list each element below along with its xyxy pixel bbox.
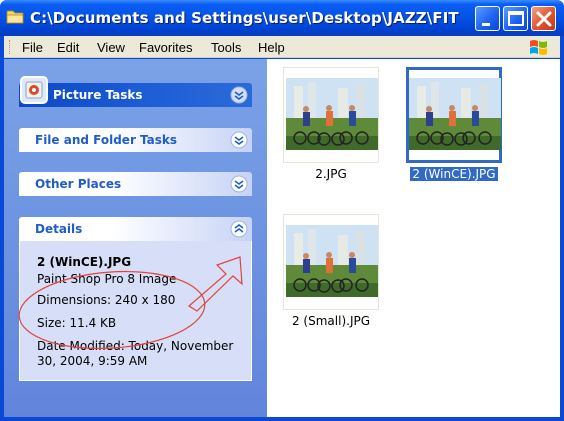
details-type: Paint Shop Pro 8 Image — [37, 272, 177, 286]
file-folder-tasks-header[interactable]: File and Folder Tasks — [19, 128, 252, 152]
chevron-down-icon[interactable] — [230, 131, 248, 149]
picture-tasks-header[interactable]: Picture Tasks — [19, 76, 252, 107]
close-icon — [536, 11, 552, 27]
close-button[interactable] — [531, 6, 556, 31]
file-thumbnail[interactable]: 2.JPG — [283, 67, 379, 181]
thumbnail-frame — [406, 67, 502, 163]
cyclists-photo — [409, 78, 501, 150]
menu-help[interactable]: Help — [258, 40, 285, 55]
picture-tasks-label: Picture Tasks — [53, 88, 143, 102]
explorer-window: C:\Documents and Settings\user\Desktop\J… — [0, 0, 564, 421]
other-places-label: Other Places — [35, 177, 122, 191]
window-content: Picture Tasks File and Folder Tasks Othe… — [4, 59, 560, 417]
task-pane: Picture Tasks File and Folder Tasks Othe… — [4, 59, 267, 417]
windows-logo-icon — [530, 40, 547, 55]
details-date-modified-cont: 30, 2004, 9:59 AM — [37, 354, 148, 368]
menu-favorites[interactable]: Favorites — [139, 40, 192, 55]
file-name: 2.JPG — [315, 167, 347, 181]
title-bar[interactable]: C:\Documents and Settings\user\Desktop\J… — [0, 0, 564, 36]
menu-view[interactable]: View — [97, 40, 125, 55]
details-label: Details — [35, 222, 83, 236]
file-thumbnail-selected[interactable]: 2 (WinCE).JPG — [406, 67, 502, 181]
cyclists-photo — [286, 225, 378, 297]
maximize-button[interactable] — [503, 6, 528, 31]
minimize-button[interactable] — [475, 6, 500, 31]
thumbnail-frame — [283, 67, 379, 163]
file-folder-tasks-label: File and Folder Tasks — [35, 133, 178, 147]
menu-tools[interactable]: Tools — [211, 40, 241, 55]
details-panel: 2 (WinCE).JPG Paint Shop Pro 8 Image Dim… — [19, 241, 252, 381]
menu-grip[interactable] — [9, 40, 12, 54]
file-thumbnail[interactable]: 2 (Small).JPG — [283, 214, 379, 328]
menu-file[interactable]: File — [22, 40, 43, 55]
file-name: 2 (Small).JPG — [291, 314, 371, 328]
picture-icon — [20, 76, 48, 104]
details-dimensions: Dimensions: 240 x 180 — [37, 293, 176, 307]
details-filename: 2 (WinCE).JPG — [37, 255, 132, 269]
minimize-icon — [482, 23, 490, 26]
maximize-icon — [508, 11, 524, 26]
menu-bar: File Edit View Favorites Tools Help — [4, 36, 560, 58]
details-size: Size: 11.4 KB — [37, 316, 117, 330]
window-title: C:\Documents and Settings\user\Desktop\J… — [30, 9, 459, 27]
menu-edit[interactable]: Edit — [57, 40, 79, 55]
chevron-down-icon[interactable] — [230, 175, 248, 193]
thumbnail-frame — [283, 214, 379, 310]
file-name: 2 (WinCE).JPG — [410, 167, 498, 181]
chevron-up-icon[interactable] — [230, 220, 248, 238]
cyclists-photo — [286, 78, 378, 150]
folder-icon — [6, 10, 24, 24]
details-date-modified: Date Modified: Today, November — [37, 339, 234, 353]
file-view: 2.JPG 2 (WinCE).JPG 2 (Small).JPG — [267, 59, 560, 417]
details-header[interactable]: Details — [19, 217, 252, 241]
chevron-down-icon[interactable] — [230, 86, 248, 104]
other-places-header[interactable]: Other Places — [19, 172, 252, 196]
